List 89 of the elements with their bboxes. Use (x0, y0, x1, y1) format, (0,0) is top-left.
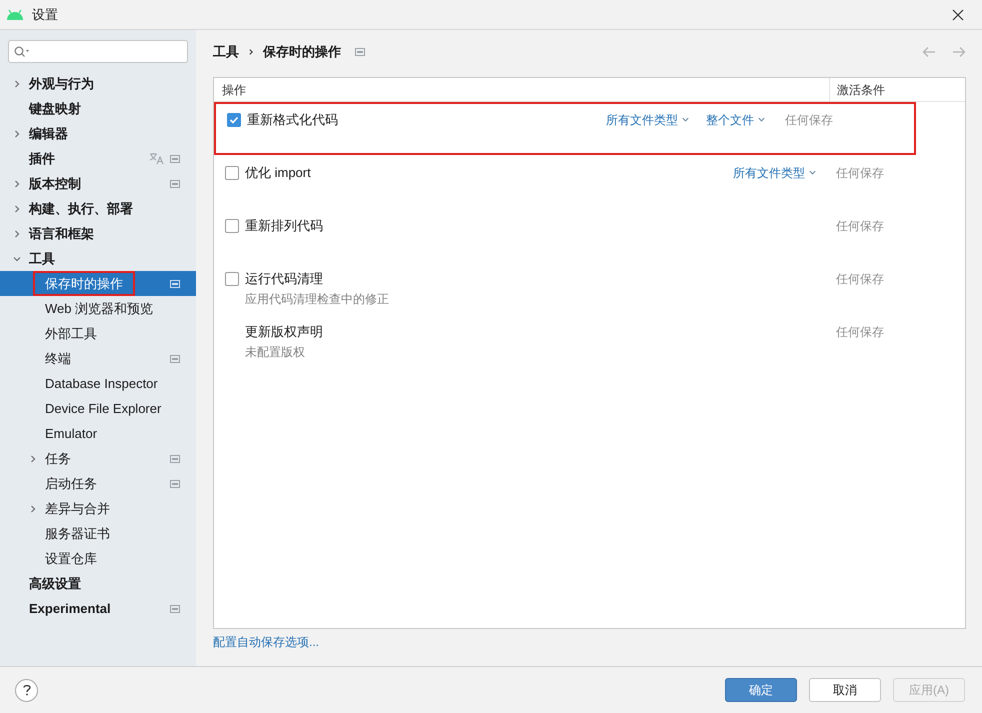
chevron-right-icon[interactable] (28, 504, 38, 514)
tree-item-label: 设置仓库 (45, 550, 97, 568)
tree-item[interactable]: 服务器证书 (0, 521, 196, 546)
action-label: 运行代码清理 (245, 270, 323, 288)
tree-item[interactable]: 高级设置 (0, 571, 196, 596)
search-icon (14, 46, 30, 58)
tree-item[interactable]: 任务 (0, 446, 196, 471)
tree-item[interactable]: 设置仓库 (0, 546, 196, 571)
tree-item-label: Device File Explorer (45, 400, 162, 418)
tree-item-label: 插件 (29, 150, 55, 168)
activation-condition: 任何保存 (836, 324, 884, 340)
chevron-right-icon[interactable] (28, 454, 38, 464)
close-icon[interactable] (952, 8, 964, 20)
chevron-down-icon (757, 115, 766, 124)
tree-item-label: 版本控制 (29, 174, 81, 193)
chevron-right-icon[interactable] (12, 178, 22, 188)
dialog-button[interactable]: 取消 (809, 678, 881, 702)
dialog-button[interactable]: 确定 (725, 678, 797, 702)
chevron-right-icon[interactable] (12, 128, 22, 138)
chevron-right-icon[interactable] (12, 78, 22, 88)
tree-item[interactable]: 键盘映射 (0, 96, 196, 121)
tree-item-label: 保存时的操作 (45, 274, 123, 293)
tree-item-label: 高级设置 (29, 574, 81, 593)
help-button[interactable] (15, 678, 38, 702)
tree-item[interactable]: 工具 (0, 246, 196, 271)
column-header: 激活条件 (829, 78, 965, 101)
tree-item[interactable]: 语言和框架 (0, 221, 196, 246)
dropdown-link[interactable]: 整个文件 (706, 110, 766, 128)
action-label: 更新版权声明 (245, 322, 323, 341)
checkbox[interactable] (227, 112, 241, 126)
activation-condition: 任何保存 (836, 270, 884, 288)
activation-condition: 任何保存 (836, 164, 884, 182)
action-description: 未配置版权 (245, 344, 306, 361)
tree-item[interactable]: 版本控制 (0, 171, 196, 196)
dropdown-link[interactable]: 所有文件类型 (733, 164, 817, 182)
checkbox[interactable] (225, 272, 239, 286)
chevron-right-icon[interactable] (12, 204, 22, 214)
tree-item-label: 构建、执行、部署 (29, 200, 133, 218)
tree-item[interactable]: 启动任务 (0, 471, 196, 496)
tree-item-label: 外观与行为 (29, 74, 94, 93)
activation-condition: 任何保存 (836, 218, 884, 234)
action-description: 应用代码清理检查中的修正 (245, 291, 390, 308)
tree-item-label: 启动任务 (45, 474, 97, 493)
tree-item-label: 差异与合并 (45, 500, 110, 518)
tree-item-label: 外部工具 (45, 324, 97, 343)
tree-item[interactable]: 外观与行为 (0, 71, 196, 96)
action-label: 重新格式化代码 (247, 110, 338, 129)
tree-item[interactable]: 差异与合并 (0, 496, 196, 521)
breadcrumb-item: 工具 (213, 42, 239, 61)
tree-item[interactable]: Web 浏览器和预览 (0, 296, 196, 321)
chevron-right-icon[interactable] (12, 228, 22, 238)
tree-item[interactable]: 保存时的操作 (0, 271, 196, 296)
dropdown-link[interactable]: 所有文件类型 (606, 110, 690, 128)
action-label: 重新排列代码 (245, 216, 323, 235)
column-header: 操作 (221, 82, 247, 99)
checkbox[interactable] (225, 218, 239, 232)
tree-item-label: Experimental (29, 600, 111, 618)
breadcrumb-item: 保存时的操作 (263, 42, 341, 61)
android-icon (6, 8, 24, 20)
tree-item-label: Web 浏览器和预览 (45, 300, 154, 318)
chevron-right-icon (247, 48, 255, 56)
question-mark-icon (22, 684, 30, 696)
tree-item[interactable]: 终端 (0, 346, 196, 371)
tree-item[interactable]: 构建、执行、部署 (0, 196, 196, 221)
tree-item-label: Database Inspector (45, 374, 158, 393)
tree-item[interactable]: Experimental (0, 596, 196, 621)
chevron-down-icon (808, 168, 817, 177)
search-field[interactable] (8, 40, 188, 63)
auto-save-settings-link[interactable]: 配置自动保存选项... (213, 633, 320, 651)
tree-item-label: 语言和框架 (29, 224, 94, 243)
window-title: 设置 (32, 6, 58, 24)
action-label: 优化 import (245, 164, 311, 182)
tree-item-label: 编辑器 (29, 124, 68, 143)
activation-condition: 任何保存 (785, 112, 833, 128)
tree-item-label: 服务器证书 (45, 524, 110, 543)
tree-item[interactable]: Database Inspector (0, 371, 196, 396)
tree-item[interactable]: Emulator (0, 421, 196, 446)
tree-item[interactable]: 插件 (0, 146, 196, 171)
tree-item-label: Emulator (45, 424, 98, 443)
tree-item[interactable]: 外部工具 (0, 321, 196, 346)
checkmark-icon (229, 114, 239, 124)
tree-item-label: 工具 (29, 250, 55, 268)
tree-item-label: 任务 (45, 450, 71, 468)
chevron-down-icon (681, 115, 690, 124)
tree-item[interactable]: Device File Explorer (0, 396, 196, 421)
checkbox[interactable] (225, 166, 239, 180)
tree-item-label: 键盘映射 (29, 100, 81, 118)
tree-item[interactable]: 编辑器 (0, 121, 196, 146)
tree-item-label: 终端 (45, 350, 71, 368)
